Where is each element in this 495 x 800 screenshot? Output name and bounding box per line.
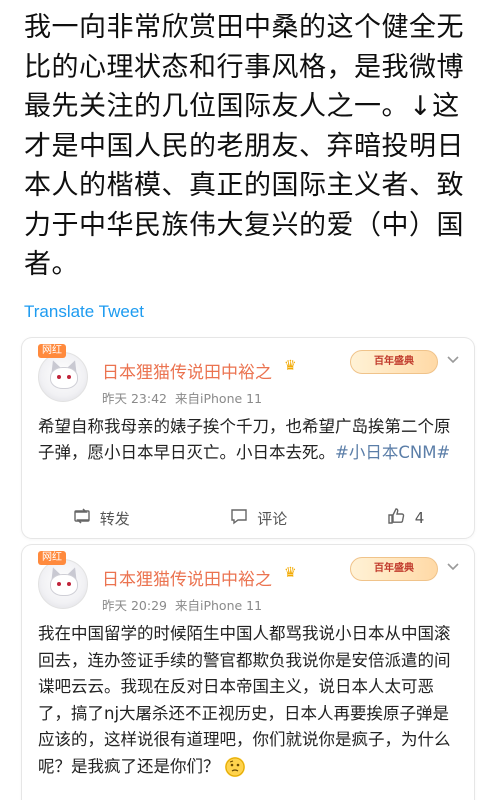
comment-icon (229, 506, 249, 530)
crown-icon: ♛ (284, 565, 297, 581)
like-count: 4 (414, 509, 425, 527)
post-source: 来自iPhone 11 (174, 598, 263, 613)
weibo-post-card-1: 网红 日本狸猫传说田中裕之 ♛ 昨天 23:42 来自iPhone 11 百年盛… (22, 338, 474, 538)
weibo-post-card-2: 网红 日本狸猫传说田中裕之 ♛ 昨天 20:29 来自iPhone 11 百年盛… (22, 545, 474, 800)
post-actions: 转发 评论 4 (22, 503, 474, 533)
avatar[interactable] (38, 352, 88, 402)
tweet-text: 我一向非常欣赏田中桑的这个健全无比的心理状态和行事风格，是我微博最先关注的几位国… (24, 12, 464, 280)
post-time: 昨天 20:29 (102, 598, 167, 613)
repost-icon (72, 506, 92, 530)
comment-button[interactable]: 评论 (229, 506, 287, 530)
crown-icon: ♛ (284, 358, 297, 374)
anniversary-badge: 百年盛典 (350, 557, 438, 581)
post-body: 希望自称我母亲的婊子挨个千刀，也希望广岛挨第二个原子弹，愿小日本早日灭亡。小日本… (38, 414, 464, 466)
post-text: 我在中国留学的时候陌生中国人都骂我说小日本从中国滚回去，连办签证手续的警官都欺负… (38, 624, 451, 776)
translate-tweet-link[interactable]: Translate Tweet (24, 302, 144, 322)
thumbs-up-icon (387, 506, 407, 530)
influencer-badge: 网红 (38, 551, 66, 565)
avatar[interactable] (38, 559, 88, 609)
hashtag-link[interactable]: #小日本CNM# (335, 443, 450, 462)
anniversary-badge: 百年盛典 (350, 350, 438, 374)
username[interactable]: 日本狸猫传说田中裕之 (102, 358, 272, 383)
post-body: 我在中国留学的时候陌生中国人都骂我说小日本从中国滚回去，连办签证手续的警官都欺负… (38, 621, 464, 780)
chevron-down-icon[interactable] (446, 559, 460, 573)
post-source: 来自iPhone 11 (174, 391, 263, 406)
post-meta: 昨天 20:29 来自iPhone 11 (102, 595, 262, 614)
like-button[interactable]: 4 (387, 506, 425, 530)
repost-button[interactable]: 转发 (72, 506, 130, 530)
post-time: 昨天 23:42 (102, 391, 167, 406)
comment-label: 评论 (257, 509, 288, 528)
repost-label: 转发 (99, 509, 130, 528)
post-meta: 昨天 23:42 来自iPhone 11 (102, 388, 262, 407)
influencer-badge: 网红 (38, 344, 66, 358)
username[interactable]: 日本狸猫传说田中裕之 (102, 565, 272, 590)
thinking-emoji-icon (224, 757, 245, 777)
chevron-down-icon[interactable] (446, 352, 460, 366)
